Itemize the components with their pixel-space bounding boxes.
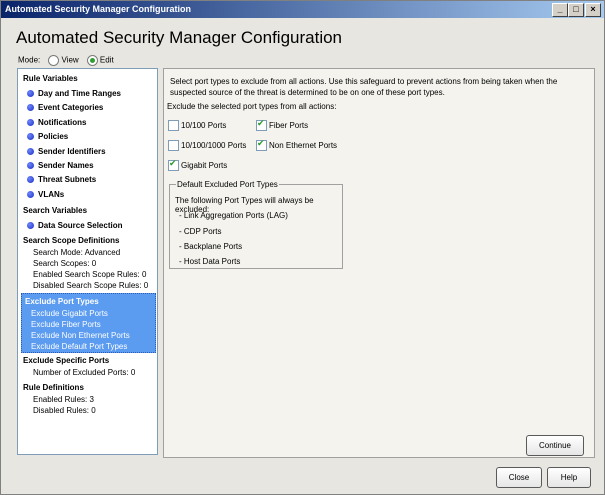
sidebar-item-sender-names[interactable]: Sender Names [27,161,94,170]
ept-line: Exclude Gigabit Ports [31,309,108,318]
bullet-icon [27,222,34,229]
ept-line: Exclude Default Port Types [31,342,128,351]
checkbox-10-100-1000[interactable] [168,140,179,151]
section-exclude-port-types[interactable]: Exclude Port Types Exclude Gigabit Ports… [21,293,156,353]
view-radio-label: View [61,55,79,65]
page-title: Automated Security Manager Configuration [16,28,343,47]
bullet-icon [27,148,34,155]
close-window-button[interactable]: × [585,3,601,17]
sidebar-item-threat-subnets[interactable]: Threat Subnets [27,175,96,184]
default-excluded-group: Default Excluded Port Types The followin… [169,180,343,269]
intro-text-2: suspected source of the threat is determ… [170,88,445,97]
minimize-button[interactable]: _ [552,3,568,17]
exclude-label: Exclude the selected port types from all… [167,102,337,111]
sidebar-item-day-time[interactable]: Day and Time Ranges [27,89,121,98]
section-exclude-specific[interactable]: Exclude Specific Ports [23,356,109,365]
view-radio[interactable] [48,55,60,66]
section-rule-definitions[interactable]: Rule Definitions [23,383,84,392]
checkbox-10-100-label: 10/100 Ports [181,121,227,130]
group-item: - Backplane Ports [179,242,243,251]
help-button[interactable]: Help [547,467,591,488]
group-item: - CDP Ports [179,227,222,236]
scope-line: Enabled Search Scope Rules: 0 [33,270,147,279]
edit-radio-label: Edit [99,55,114,65]
bullet-icon [27,191,34,198]
sidebar-item-sender-identifiers[interactable]: Sender Identifiers [27,147,106,156]
bullet-icon [27,119,34,126]
sidebar-item-policies[interactable]: Policies [27,132,68,141]
checkbox-gigabit[interactable] [168,159,179,171]
bullet-icon [27,176,34,183]
maximize-button[interactable]: □ [568,3,584,17]
main-window: Automated Security Manager Configuration… [0,0,605,495]
scope-line: Search Mode: Advanced [33,248,121,257]
bullet-icon [27,133,34,140]
rd-line: Enabled Rules: 3 [33,395,94,404]
continue-button[interactable]: Continue [526,435,584,456]
close-button[interactable]: Close [496,467,542,488]
checkbox-10-100[interactable] [168,120,179,131]
rd-line: Disabled Rules: 0 [33,406,96,415]
scope-line: Disabled Search Scope Rules: 0 [33,281,149,290]
scope-line: Search Scopes: 0 [33,259,97,268]
title-bar: Automated Security Manager Configuration… [1,1,604,18]
bullet-icon [27,162,34,169]
bullet-icon [27,90,34,97]
checkbox-non-ethernet[interactable] [256,139,267,151]
section-search-variables[interactable]: Search Variables [23,206,87,215]
checkbox-fiber[interactable] [256,119,267,131]
edit-radio[interactable] [86,55,98,66]
main-panel: Select port types to exclude from all ac… [163,68,595,458]
checkbox-fiber-label: Fiber Ports [269,121,309,130]
mode-label: Mode: [18,55,41,65]
bullet-icon [27,104,34,111]
group-item: - Host Data Ports [179,257,241,266]
sidebar-item-event-categories[interactable]: Event Categories [27,103,103,112]
checkbox-non-ethernet-label: Non Ethernet Ports [269,141,338,150]
sidebar-item-notifications[interactable]: Notifications [27,118,86,127]
group-item: - Link Aggregation Ports (LAG) [179,211,288,220]
section-search-scope[interactable]: Search Scope Definitions [23,236,119,245]
exclude-port-types-title: Exclude Port Types [25,297,99,306]
sidebar: Rule Variables Day and Time Ranges Event… [17,68,158,455]
ept-line: Exclude Non Ethernet Ports [31,331,130,340]
window-title: Automated Security Manager Configuration [5,4,192,14]
checkbox-gigabit-label: Gigabit Ports [181,161,228,170]
mode-selector: Mode: View Edit [18,55,114,67]
ept-line: Exclude Fiber Ports [31,320,101,329]
sidebar-item-vlans[interactable]: VLANs [27,190,64,199]
checkbox-10-100-1000-label: 10/100/1000 Ports [181,141,247,150]
group-title: Default Excluded Port Types [176,180,279,189]
sidebar-item-data-source[interactable]: Data Source Selection [27,221,122,230]
es-line: Number of Excluded Ports: 0 [33,368,136,377]
intro-text-1: Select port types to exclude from all ac… [170,77,558,86]
section-rule-variables[interactable]: Rule Variables [23,74,78,83]
